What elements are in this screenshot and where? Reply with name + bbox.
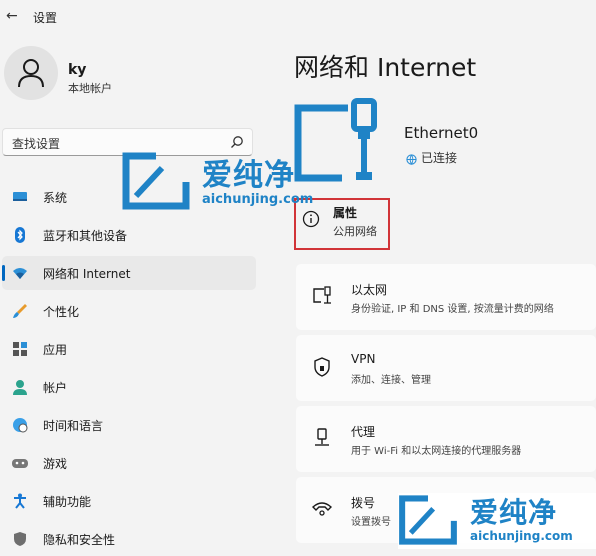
- card-proxy[interactable]: 代理 用于 Wi-Fi 和以太网连接的代理服务器: [296, 406, 596, 472]
- sidebar-item-apps[interactable]: 应用: [2, 332, 256, 366]
- globe-clock-icon: [13, 418, 28, 433]
- selected-indicator: [2, 265, 5, 281]
- sidebar-item-privacy[interactable]: 隐私和安全性: [2, 522, 256, 556]
- watermark-text: 爱纯净: [202, 158, 295, 193]
- watermark-text: 爱纯净: [470, 496, 558, 529]
- card-ethernet[interactable]: 以太网 身份验证, IP 和 DNS 设置, 按流量计费的网络: [296, 264, 596, 330]
- watermark-url: aichunjing.com: [470, 529, 573, 543]
- card-vpn[interactable]: VPN 添加、连接、管理: [296, 335, 596, 401]
- account-name: ky: [68, 62, 87, 78]
- shield-icon: [14, 532, 26, 546]
- dialup-icon: [312, 502, 332, 516]
- ethernet-icon: [313, 286, 331, 304]
- properties-subtitle: 公用网络: [333, 225, 377, 238]
- apps-icon: [13, 342, 27, 356]
- sidebar-item-personalization[interactable]: 个性化: [2, 294, 256, 328]
- watermark-logo-icon: [399, 495, 457, 545]
- globe-icon: [406, 150, 417, 169]
- sidebar-item-time-language[interactable]: 时间和语言: [2, 408, 256, 442]
- window-title: 设置: [33, 11, 58, 25]
- sidebar-item-network[interactable]: 网络和 Internet: [2, 256, 256, 290]
- connection-status: 已连接: [421, 151, 458, 165]
- page-title: 网络和 Internet: [294, 53, 477, 82]
- search-icon[interactable]: [230, 135, 244, 149]
- watermark-url: aichunjing.com: [202, 192, 314, 207]
- back-arrow-icon[interactable]: ←: [6, 8, 18, 24]
- sidebar-item-gaming[interactable]: 游戏: [2, 446, 256, 480]
- brush-icon: [13, 304, 27, 318]
- watermark-logo-icon: [122, 152, 190, 210]
- gamepad-icon: [12, 459, 28, 468]
- wifi-icon: [13, 268, 27, 279]
- system-icon: [13, 192, 27, 201]
- person-icon: [13, 380, 27, 395]
- accessibility-icon: [14, 493, 26, 509]
- account-type: 本地帐户: [68, 82, 112, 95]
- sidebar-item-bluetooth[interactable]: 蓝牙和其他设备: [2, 218, 256, 252]
- sidebar-item-accounts[interactable]: 帐户: [2, 370, 256, 404]
- adapter-name: Ethernet0: [404, 124, 479, 142]
- vpn-shield-icon: [314, 357, 330, 377]
- avatar[interactable]: [4, 46, 58, 100]
- watermark-corner: 爱纯净 aichunjing.com: [398, 493, 596, 549]
- proxy-icon: [315, 428, 329, 446]
- bluetooth-icon: [15, 227, 25, 243]
- watermark-center: 爱纯净 aichunjing.com: [122, 150, 352, 216]
- sidebar-item-accessibility[interactable]: 辅助功能: [2, 484, 256, 518]
- person-avatar-icon: [18, 59, 44, 88]
- search-placeholder: 查找设置: [12, 137, 61, 151]
